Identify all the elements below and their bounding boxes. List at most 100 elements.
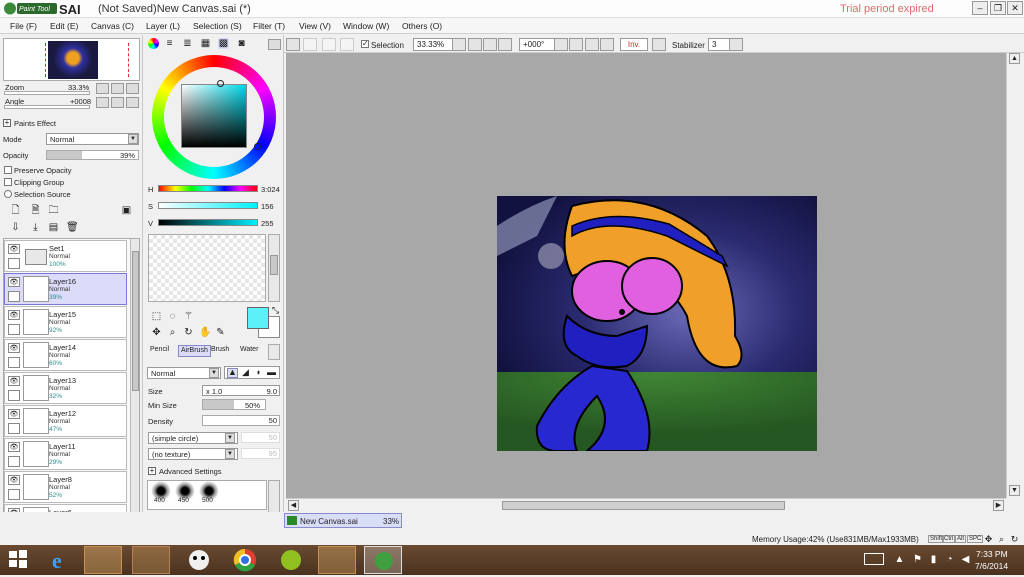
layer-row[interactable]: 👁 Layer8 Normal 52% [4,471,127,503]
rotate-reset-toolbar-button[interactable] [600,38,614,51]
expand-icon[interactable]: + [3,119,11,127]
menu-file[interactable]: File (F) [10,21,37,31]
new-linework-layer-icon[interactable]: 🗎 [30,205,41,216]
angle-slider[interactable] [4,105,90,109]
eyedropper-icon[interactable]: ✎ [215,327,226,338]
clear-layer-icon[interactable]: ▤ [48,222,59,233]
eye-icon[interactable]: 👁 [8,244,20,254]
drawing-app-icon[interactable] [132,546,170,574]
layer-row[interactable]: 👁 Set1 Normal 100% [4,240,127,272]
panel-menu-icon[interactable]: ◙ [236,38,247,49]
layer-lock-box[interactable] [8,324,20,335]
zoom-in-button[interactable] [111,83,124,94]
rotate-ccw-button[interactable] [569,38,583,51]
deselect-button[interactable] [286,38,300,51]
delete-layer-icon[interactable]: 🗑 [66,222,79,233]
stabilizer-field[interactable]: 3 [708,38,730,51]
clock-date[interactable]: 7/6/2014 [975,561,1008,571]
selection-source-radio[interactable] [4,190,12,198]
layer-row[interactable]: 👁 Layer13 Normal 32% [4,372,127,404]
zoom-in-toolbar-button[interactable] [483,38,497,51]
clock-time[interactable]: 7:33 PM [976,549,1008,559]
layer-scrollbar[interactable] [130,239,139,517]
menu-window[interactable]: Window (W) [343,21,389,31]
menu-layer[interactable]: Layer (L) [146,21,180,31]
layer-row[interactable]: 👁 Layer14 Normal 60% [4,339,127,371]
rect-select-icon[interactable]: ⬚ [151,311,162,322]
magic-wand-icon[interactable]: ⚚ [183,311,194,322]
layer-panel-toggle-icon[interactable]: ▣ [121,205,132,216]
layer-row[interactable]: 👁 Layer11 Normal 29% [4,438,127,470]
layer-row[interactable]: 👁 Layer15 Normal 92% [4,306,127,338]
eye-icon[interactable]: 👁 [8,376,20,386]
eye-icon[interactable]: 👁 [8,442,20,452]
zoom-out-button[interactable] [96,83,109,94]
rgb-slider-mode-icon[interactable]: ≡ [164,38,175,49]
rotate-tool-icon[interactable]: ↻ [183,327,194,338]
layer-row[interactable]: 👁 Layer12 Normal 47% [4,405,127,437]
zoom-fit-button[interactable] [498,38,512,51]
volume-icon[interactable]: ◀ [960,554,971,565]
preserve-opacity-checkbox[interactable] [4,166,12,174]
navigator-preview[interactable] [3,38,140,81]
brush-shape-strength[interactable]: 50 [241,432,280,443]
sv-marker[interactable] [254,143,261,150]
scratchpad[interactable] [148,234,266,302]
zoom-dropdown-button[interactable] [452,38,466,51]
layer-lock-box[interactable] [8,456,20,467]
stabilizer-dropdown-button[interactable] [729,38,743,51]
hue-marker[interactable] [217,80,224,87]
menu-view[interactable]: View (V) [299,21,331,31]
new-layer-icon[interactable]: 🗋 [10,205,21,216]
value-slider[interactable] [158,219,258,226]
eye-icon[interactable]: 👁 [8,475,20,485]
chevron-right-icon[interactable]: ▶ [993,500,1004,511]
menu-filter[interactable]: Filter (T) [253,21,285,31]
panel-close-icon[interactable] [268,39,281,50]
layer-mode-select[interactable]: Normal [46,133,139,145]
battery-icon[interactable]: ▮ [928,554,939,565]
size-field[interactable]: x 1.0 9.0 [202,385,280,396]
hue-slider[interactable] [158,185,258,192]
paint-tool-sai-icon[interactable] [364,546,402,574]
density-field[interactable]: 50 [202,415,280,426]
scratchpad-scrollbar-thumb[interactable] [270,255,278,275]
zoom-out-toolbar-button[interactable] [468,38,482,51]
menu-edit[interactable]: Edit (E) [50,21,78,31]
merge-down-icon[interactable]: ⤓ [30,222,41,233]
scratchpad-mode-icon[interactable]: ▩ [218,38,229,49]
layer-lock-box[interactable] [8,489,20,500]
layer-scrollbar-thumb[interactable] [132,251,139,391]
saturation-slider[interactable] [158,202,258,209]
chevron-left-icon[interactable]: ◀ [288,500,299,511]
lasso-icon[interactable]: ◌ [167,311,178,322]
layer-lock-box[interactable] [8,258,20,269]
zoom-slider[interactable] [4,91,90,95]
swatches-mode-icon[interactable]: ▦ [200,38,211,49]
menu-others[interactable]: Others (O) [402,21,442,31]
show-selection-button[interactable] [340,38,354,51]
eye-icon[interactable]: 👁 [8,409,20,419]
color-wheel-mode-icon[interactable] [148,38,159,49]
transfer-down-icon[interactable]: ⇩ [10,222,21,233]
new-folder-icon[interactable]: 🗀 [48,205,59,216]
layer-lock-box[interactable] [8,390,20,401]
chevron-up-icon[interactable]: ▲ [1009,53,1020,64]
rotate-reset-button[interactable] [126,97,139,108]
game-app-icon[interactable] [180,546,218,574]
eye-icon[interactable]: 👁 [8,343,20,353]
tab-airbrush[interactable]: AirBrush [178,345,211,357]
flip-view-button[interactable] [652,38,666,51]
layer-lock-box[interactable] [8,423,20,434]
saturation-value-box[interactable] [181,84,247,148]
rotate-right-button[interactable] [111,97,124,108]
close-button[interactable]: ✕ [1007,1,1023,15]
invert-selection-button[interactable] [322,38,336,51]
hand-tool-icon[interactable]: ✋ [199,327,211,338]
paint-app-icon[interactable] [84,546,122,574]
menu-canvas[interactable]: Canvas (C) [91,21,134,31]
advanced-settings-label[interactable]: Advanced Settings [159,467,222,476]
swap-colors-icon[interactable]: ⤡ [270,305,281,316]
menu-selection[interactable]: Selection (S) [193,21,242,31]
layer-row[interactable]: 👁 Layer16 Normal 39% [4,273,127,305]
